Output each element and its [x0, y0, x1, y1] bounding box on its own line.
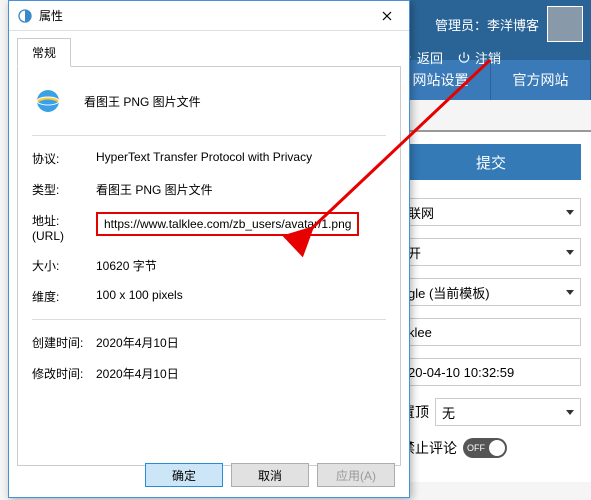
field-datetime[interactable]: 20-04-10 10:32:59 [401, 358, 581, 386]
modified-label: 修改时间: [32, 365, 96, 382]
app-icon [17, 8, 33, 24]
chevron-down-icon [566, 290, 574, 295]
chevron-down-icon [566, 250, 574, 255]
url-value: https://www.talklee.com/zb_users/avatar/… [96, 212, 359, 236]
type-value: 看图王 PNG 图片文件 [96, 181, 386, 198]
dialog-title: 属性 [39, 7, 373, 24]
admin-nav: 网站设置 官方网站 [391, 60, 591, 100]
admin-header: 管理员：李洋博客 返回 注销 [391, 0, 591, 60]
created-label: 创建时间: [32, 334, 96, 351]
field-pin[interactable]: 无 [435, 398, 581, 426]
avatar[interactable] [547, 6, 583, 42]
separator [32, 319, 386, 320]
chevron-down-icon [566, 410, 574, 415]
apply-button[interactable]: 应用(A) [317, 463, 395, 487]
protocol-value: HyperText Transfer Protocol with Privacy [96, 150, 386, 167]
field-open[interactable]: 开 [401, 238, 581, 266]
ie-icon [32, 85, 64, 117]
url-label: 地址:(URL) [32, 212, 96, 243]
nav-official-site[interactable]: 官方网站 [491, 60, 591, 100]
field-klee[interactable]: klee [401, 318, 581, 346]
tab-general[interactable]: 常规 [17, 38, 71, 67]
type-label: 类型: [32, 181, 96, 198]
close-icon [382, 11, 392, 21]
close-button[interactable] [373, 5, 401, 27]
field-template[interactable]: gle (当前模板) [401, 278, 581, 306]
file-name: 看图王 PNG 图片文件 [84, 93, 201, 110]
created-value: 2020年4月10日 [96, 334, 386, 351]
field-network[interactable]: 联网 [401, 198, 581, 226]
size-label: 大小: [32, 257, 96, 274]
properties-dialog: 属性 常规 看图王 PNG 图片文件 协议: HyperText Transfe… [8, 0, 410, 498]
cancel-button[interactable]: 取消 [231, 463, 309, 487]
admin-user-label: 管理员：李洋博客 [435, 15, 539, 34]
submit-button[interactable]: 提交 [401, 144, 581, 180]
dim-value: 100 x 100 pixels [96, 288, 386, 305]
chevron-down-icon [566, 210, 574, 215]
separator [32, 135, 386, 136]
ok-button[interactable]: 确定 [145, 463, 223, 487]
dim-label: 维度: [32, 288, 96, 305]
comment-toggle[interactable]: OFF [463, 438, 507, 458]
modified-value: 2020年4月10日 [96, 365, 386, 382]
size-value: 10620 字节 [96, 257, 386, 274]
protocol-label: 协议: [32, 150, 96, 167]
